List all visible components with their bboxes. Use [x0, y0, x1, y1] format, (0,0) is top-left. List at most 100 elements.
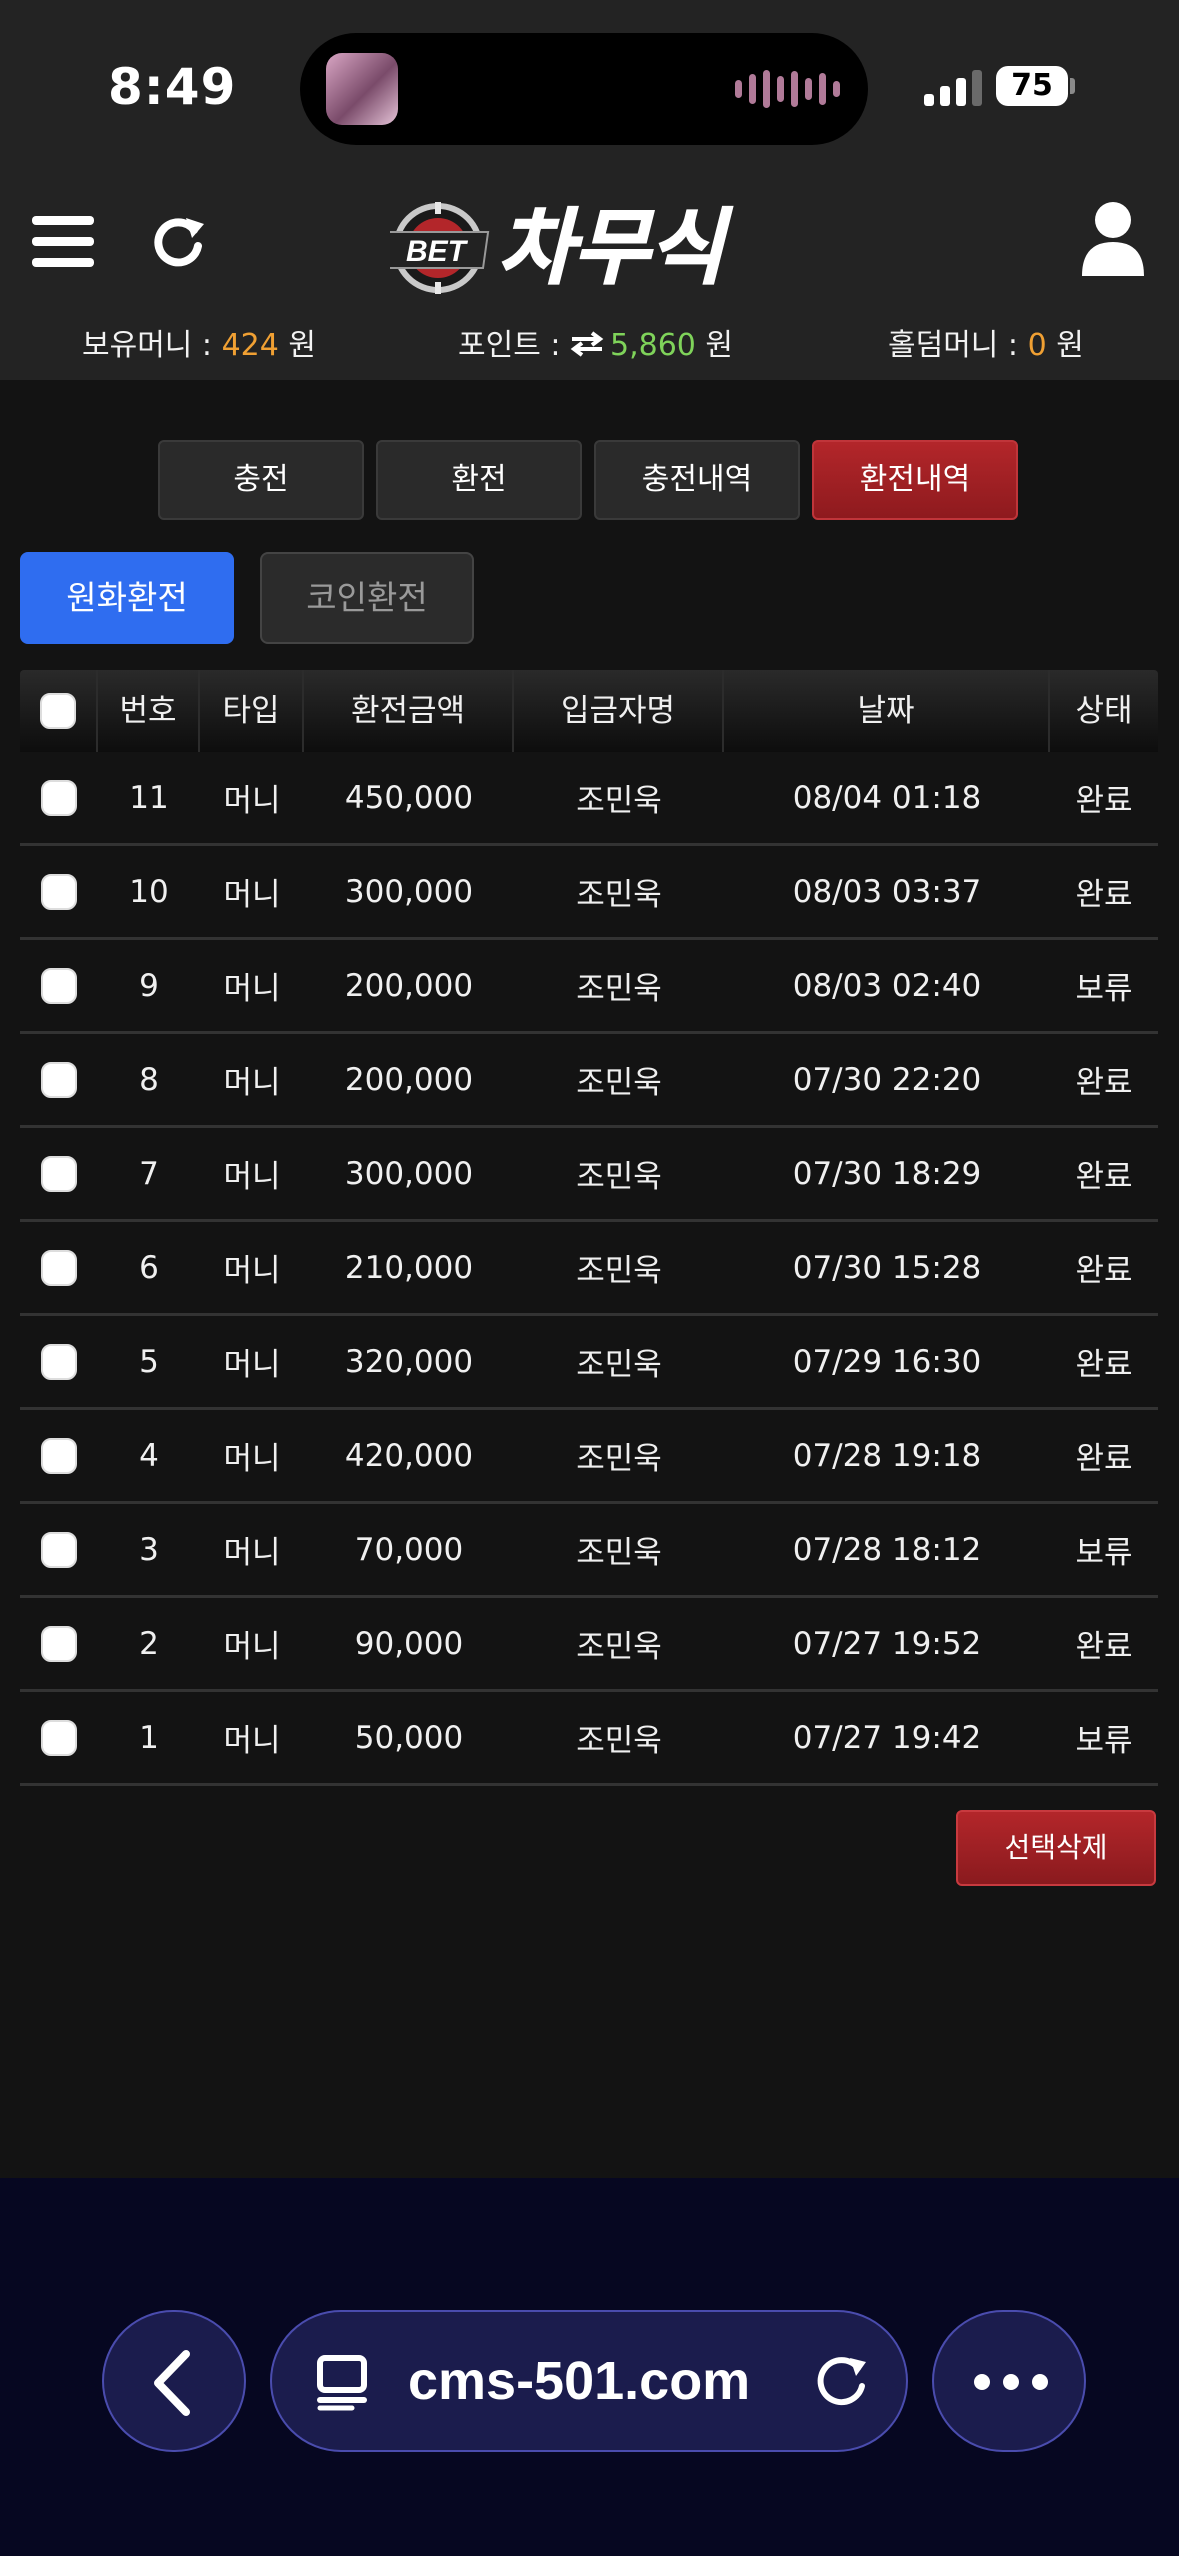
site-header: BET 차무식 보유머니 : 424 원 포인트 : 5,860 원 홀덤머니 …	[0, 170, 1179, 380]
tab-charge-history[interactable]: 충전내역	[594, 440, 800, 520]
cell-depositor: 조민욱	[576, 1065, 662, 1101]
hamburger-icon[interactable]	[32, 216, 94, 268]
address-bar[interactable]: cms-501.com	[270, 2310, 908, 2452]
cell-date: 07/28 19:18	[792, 1437, 982, 1474]
header-status: 상태	[1075, 693, 1133, 729]
header-type: 타입	[200, 670, 304, 752]
row-checkbox[interactable]	[41, 1531, 77, 1568]
header-depositor: 입금자명	[514, 670, 724, 752]
cell-type: 머니	[223, 1347, 281, 1383]
cell-depositor: 조민욱	[576, 877, 662, 913]
subtab-krw-exchange[interactable]: 원화환전	[20, 552, 234, 644]
row-checkbox[interactable]	[41, 1625, 77, 1662]
table-row: 2 머니 90,000 조민욱 07/27 19:52 완료	[20, 1598, 1158, 1692]
cell-number: 11	[129, 779, 169, 816]
more-button[interactable]	[932, 2310, 1086, 2452]
table-row: 8 머니 200,000 조민욱 07/30 22:20 완료	[20, 1034, 1158, 1128]
row-checkbox[interactable]	[41, 1437, 77, 1474]
money-label: 보유머니 :	[82, 328, 222, 363]
browser-toolbar: cms-501.com	[0, 2178, 1179, 2556]
money-unit: 원	[278, 328, 316, 363]
table-body: 11 머니 4 50,000 조민욱 08/04 01:18 완료 10 머니 300,000 조민…	[20, 752, 1158, 1786]
cell-date: 07/27 19:52	[792, 1625, 982, 1662]
refresh-icon[interactable]	[148, 212, 208, 272]
cell-date: 08/04 01:18	[792, 779, 982, 816]
battery-icon: 75	[996, 66, 1068, 106]
cell-amount: 300,000	[344, 1155, 474, 1192]
row-checkbox[interactable]	[41, 967, 77, 1004]
cell-status: 완료	[1075, 877, 1133, 913]
cell-amount: 90,000	[354, 1625, 464, 1662]
row-checkbox[interactable]	[41, 1061, 77, 1098]
back-button[interactable]	[102, 2310, 246, 2452]
page: 8:49 75 BET 차무식 보유머니: 424 원 포인트: 5,860…	[0, 0, 1179, 2556]
row-checkbox[interactable]	[41, 873, 77, 910]
holdem-unit: 원	[1046, 328, 1084, 363]
table-row: 5 머니 320,000 조민욱 07/29 16:30 완료	[20, 1316, 1158, 1410]
table-header: 번호 타입 환전금액 입금자명 날짜 상태	[20, 670, 1158, 752]
cell-amount: 200,000	[344, 967, 474, 1004]
cell-date: 07/30 22:20	[792, 1061, 982, 1098]
cell-status: 완료	[1075, 1159, 1133, 1195]
reload-icon[interactable]	[810, 2350, 872, 2412]
tab-overview-icon[interactable]	[314, 2352, 370, 2412]
logo-text: 차무식	[498, 201, 733, 296]
tab-charge[interactable]: 충전	[158, 440, 364, 520]
cell-depositor: 조민욱	[576, 1441, 662, 1477]
status-time: 8:49	[108, 58, 237, 116]
cellular-signal-icon	[924, 68, 982, 106]
table-row: 6 머니 210,000 조민욱 07/30 15:28 완료	[20, 1222, 1158, 1316]
cell-status: 완료	[1075, 1347, 1133, 1383]
cell-type: 머니	[223, 1629, 281, 1665]
table-row: 4 머니 420,000 조민욱 07/28 19:18 완료	[20, 1410, 1158, 1504]
user-icon[interactable]	[1080, 200, 1146, 276]
cell-status: 보류	[1075, 971, 1133, 1007]
row-checkbox[interactable]	[41, 1343, 77, 1380]
cell-depositor: 조민욱	[576, 783, 662, 819]
cell-type: 머니	[223, 971, 281, 1007]
battery-cap	[1070, 78, 1075, 94]
cell-amount: 50,000	[354, 1719, 464, 1756]
point-label: 포인트 :	[458, 328, 570, 363]
holdem-value: 0	[1027, 328, 1047, 363]
cell-type: 머니	[223, 1441, 281, 1477]
header-amount: 환전금액	[304, 670, 514, 752]
holdem-label: 홀덤머니 :	[888, 328, 1028, 363]
cell-status: 완료	[1075, 1065, 1133, 1101]
url-text[interactable]: cms-501.com	[408, 2312, 750, 2450]
tab-exchange-history[interactable]: 환전내역	[812, 440, 1018, 520]
cell-number: 8	[139, 1061, 159, 1098]
row-checkbox[interactable]	[41, 1249, 77, 1286]
row-checkbox-cell	[20, 1625, 98, 1662]
subtab-coin-exchange[interactable]: 코인환전	[260, 552, 474, 644]
row-checkbox-cell	[20, 1249, 98, 1286]
select-all-checkbox[interactable]	[40, 693, 76, 729]
row-checkbox[interactable]	[41, 1719, 77, 1756]
cell-date: 07/30 18:29	[792, 1155, 982, 1192]
cell-depositor: 조민욱	[576, 1159, 662, 1195]
now-playing-app-icon	[326, 53, 398, 125]
cell-amount: 320,000	[344, 1343, 474, 1380]
point-balance: 포인트 : 5,860 원	[458, 320, 733, 365]
select-all-checkbox-cell	[20, 670, 98, 752]
exchange-arrows-icon[interactable]	[570, 330, 604, 365]
site-logo[interactable]: BET 차무식	[381, 190, 780, 298]
cell-type: 머니	[223, 877, 281, 913]
cell-number: 4	[139, 1437, 159, 1474]
row-checkbox[interactable]	[41, 1155, 77, 1192]
cell-amount: 300,000	[344, 873, 474, 910]
cell-date: 08/03 03:37	[792, 873, 982, 910]
audio-wave-icon	[735, 69, 840, 109]
cell-date: 07/27 19:42	[792, 1719, 982, 1756]
delete-selected-button[interactable]: 선택삭제	[956, 1810, 1156, 1886]
row-checkbox[interactable]	[41, 779, 77, 816]
row-checkbox-cell	[20, 1437, 98, 1474]
row-checkbox-cell	[20, 1061, 98, 1098]
money-balance: 보유머니 : 424 원	[82, 320, 316, 364]
tab-exchange[interactable]: 환전	[376, 440, 582, 520]
table-row: 7 머니 300,000 조민욱 07/30 18:29 완료	[20, 1128, 1158, 1222]
cell-type: 머니	[223, 1535, 281, 1571]
cell-date: 07/30 15:28	[792, 1249, 982, 1286]
cell-number: 10	[129, 873, 169, 910]
cell-number: 1	[139, 1719, 159, 1756]
